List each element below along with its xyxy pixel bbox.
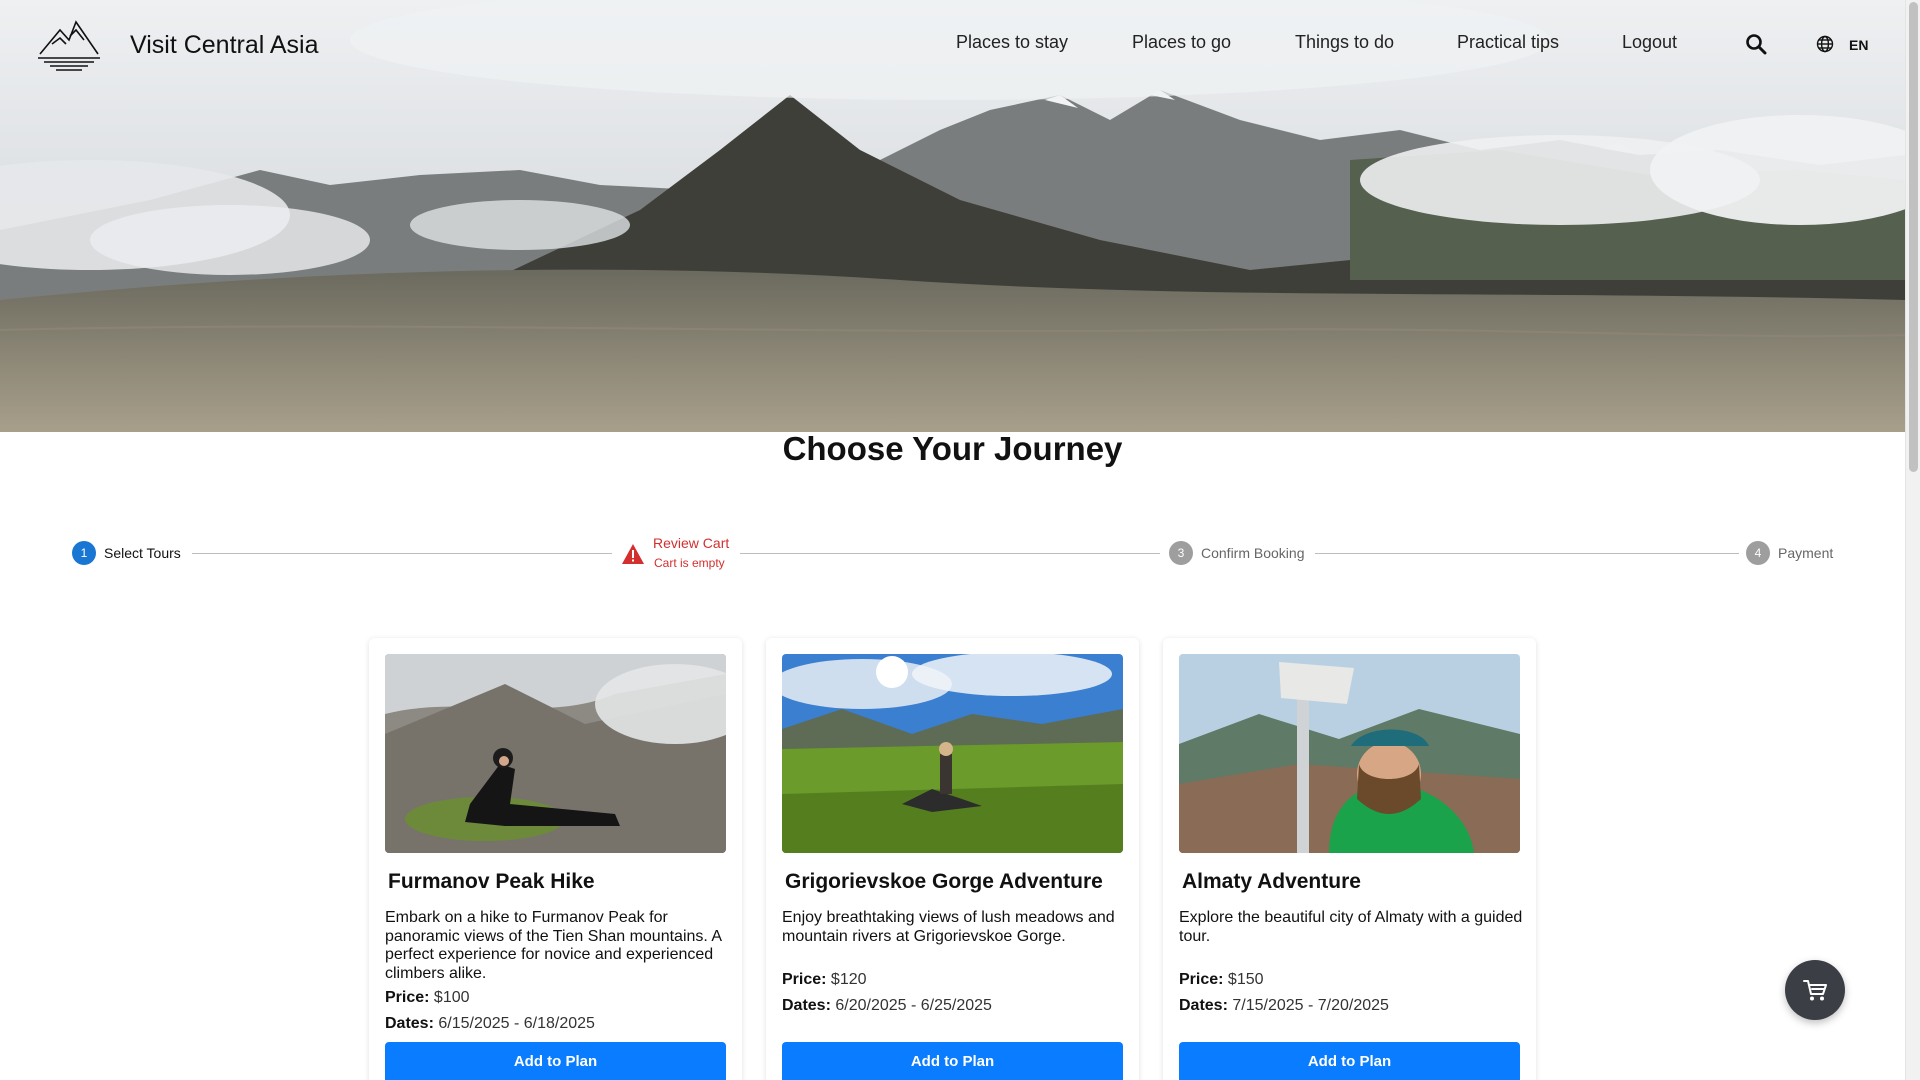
tour-card: Furmanov Peak Hike Embark on a hike to F…: [369, 638, 742, 1080]
tour-price: Price: $100: [385, 989, 470, 1006]
brand-name[interactable]: Visit Central Asia: [130, 31, 319, 60]
tour-dates: Dates: 6/15/2025 - 6/18/2025: [385, 1015, 595, 1032]
step-1-icon: 1: [72, 541, 96, 565]
tour-dates: Dates: 6/20/2025 - 6/25/2025: [782, 997, 992, 1014]
mountain-logo-icon[interactable]: [36, 18, 102, 72]
language-selector[interactable]: EN: [1849, 37, 1868, 53]
nav-logout[interactable]: Logout: [1622, 32, 1677, 53]
step-4-icon: 4: [1746, 541, 1770, 565]
step-1-label: Select Tours: [104, 545, 181, 561]
tour-description: Enjoy breathtaking views of lush meadows…: [782, 909, 1115, 945]
search-icon[interactable]: [1745, 33, 1767, 55]
tour-price: Price: $120: [782, 971, 867, 988]
add-to-plan-button[interactable]: Add to Plan: [385, 1042, 726, 1080]
nav-places-to-go[interactable]: Places to go: [1132, 32, 1231, 53]
tour-photo: [782, 654, 1123, 853]
step-connector: [1315, 553, 1739, 554]
globe-icon[interactable]: [1816, 35, 1834, 53]
cart-button[interactable]: [1785, 960, 1845, 1020]
step-3-icon: 3: [1169, 541, 1193, 565]
tour-title: Almaty Adventure: [1182, 870, 1361, 893]
tour-card: Grigorievskoe Gorge Adventure Enjoy brea…: [766, 638, 1139, 1080]
tour-description: Embark on a hike to Furmanov Peak for pa…: [385, 909, 722, 982]
tour-title: Grigorievskoe Gorge Adventure: [785, 870, 1103, 893]
tour-description: Explore the beautiful city of Almaty wit…: [1179, 909, 1523, 945]
nav-things-to-do[interactable]: Things to do: [1295, 32, 1394, 53]
tour-title: Furmanov Peak Hike: [388, 870, 595, 893]
tour-card: Almaty Adventure Explore the beautiful c…: [1163, 638, 1536, 1080]
nav-places-to-stay[interactable]: Places to stay: [956, 32, 1068, 53]
tour-photo: [1179, 654, 1520, 853]
page-title: Choose Your Journey: [782, 430, 1123, 467]
add-to-plan-button[interactable]: Add to Plan: [1179, 1042, 1520, 1080]
step-3-label: Confirm Booking: [1201, 545, 1305, 561]
warning-icon: [622, 544, 644, 564]
tour-dates: Dates: 7/15/2025 - 7/20/2025: [1179, 997, 1389, 1014]
top-navigation: Visit Central Asia Places to stay Places…: [0, 0, 1905, 88]
page-scrollbar[interactable]: [1905, 0, 1920, 1080]
step-4-label: Payment: [1778, 545, 1834, 561]
nav-practical-tips[interactable]: Practical tips: [1457, 32, 1559, 53]
step-2-error-text: Cart is empty: [654, 556, 725, 570]
tour-price: Price: $150: [1179, 971, 1264, 988]
add-to-plan-button[interactable]: Add to Plan: [782, 1042, 1123, 1080]
step-connector: [740, 553, 1160, 554]
step-2-label: Review Cart: [653, 535, 730, 551]
step-connector: [192, 553, 612, 554]
tour-photo: [385, 654, 726, 853]
cart-icon: [1803, 980, 1827, 1001]
scrollbar-thumb[interactable]: [1909, 2, 1918, 472]
